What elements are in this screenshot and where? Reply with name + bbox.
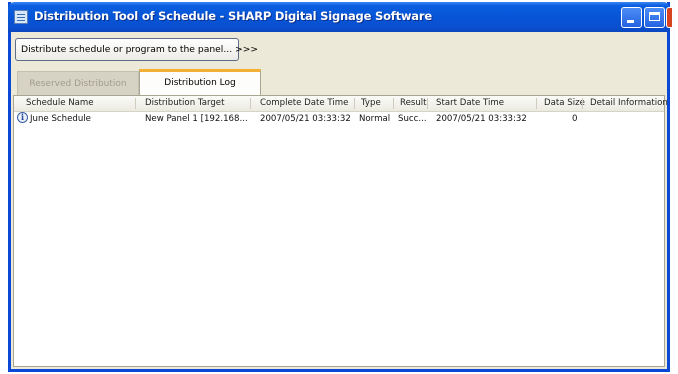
column-header-distribution-target[interactable]: Distribution Target	[145, 98, 224, 108]
column-header-schedule-name[interactable]: Schedule Name	[26, 98, 94, 108]
tab-reserved-distribution[interactable]: Reserved Distribution	[17, 71, 139, 95]
distribute-button[interactable]: Distribute schedule or program to the pa…	[15, 38, 258, 61]
minimize-button[interactable]	[621, 7, 642, 28]
title-bar[interactable]: Distribution Tool of Schedule - SHARP Di…	[8, 2, 672, 32]
table-header: Schedule Name Distribution Target Comple…	[14, 96, 668, 112]
window-title: Distribution Tool of Schedule - SHARP Di…	[34, 9, 432, 23]
table-row[interactable]: i June Schedule New Panel 1 [192.168... …	[14, 111, 664, 127]
column-header-data-size[interactable]: Data Size	[544, 98, 585, 108]
column-header-type[interactable]: Type	[361, 98, 381, 108]
cell-result: Succ...	[398, 114, 427, 124]
column-header-start-date-time[interactable]: Start Date Time	[436, 98, 504, 108]
cell-data-size: 0	[572, 114, 578, 124]
tab-distribution-log[interactable]: Distribution Log	[139, 69, 261, 96]
app-icon	[14, 10, 28, 24]
column-header-complete-date-time[interactable]: Complete Date Time	[260, 98, 348, 108]
cell-type: Normal	[359, 114, 391, 124]
maximize-button[interactable]	[644, 7, 665, 28]
info-icon: i	[17, 112, 28, 123]
column-header-result[interactable]: Result	[400, 98, 427, 108]
distribution-tool-window: Distribution Tool of Schedule - SHARP Di…	[8, 2, 672, 372]
cell-schedule-name: June Schedule	[30, 114, 91, 124]
cell-distribution-target: New Panel 1 [192.168...	[145, 114, 248, 124]
close-button[interactable]	[666, 7, 672, 28]
cell-start-date-time: 2007/05/21 03:33:32	[436, 114, 527, 124]
column-header-detail-information[interactable]: Detail Information	[590, 98, 668, 108]
cell-complete-date-time: 2007/05/21 03:33:32	[260, 114, 351, 124]
distribution-log-table: Schedule Name Distribution Target Comple…	[13, 95, 668, 367]
